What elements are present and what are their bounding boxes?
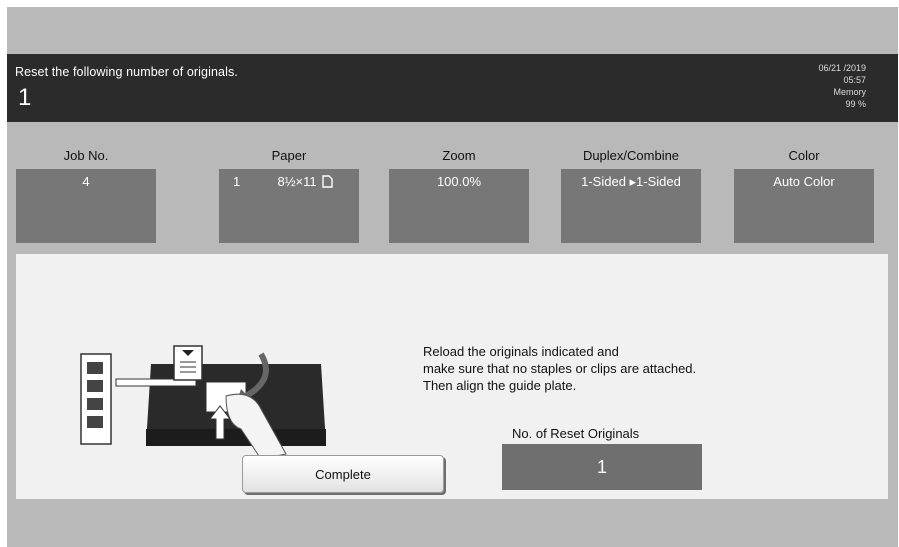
status-time: 05:57 bbox=[843, 75, 866, 85]
instruction-line: Reload the originals indicated and bbox=[423, 344, 619, 359]
reset-instructions: Reload the originals indicated and make … bbox=[423, 343, 696, 394]
adf-reload-originals-illustration bbox=[80, 345, 326, 459]
paper-tray: 1 bbox=[233, 174, 241, 189]
duplex-value: 1-Sided ▸1-Sided bbox=[561, 169, 701, 243]
job-no-value: 4 bbox=[16, 169, 156, 243]
reset-originals-label: No. of Reset Originals bbox=[512, 426, 640, 441]
memory-value: 99 % bbox=[845, 99, 866, 109]
header-message: Reset the following number of originals. bbox=[15, 65, 238, 79]
copier-screen: Reset the following number of originals.… bbox=[7, 7, 898, 547]
status-area: 06/21 /2019 05:57 Memory 99 % bbox=[818, 62, 866, 110]
paper-title: Paper bbox=[271, 148, 307, 163]
zoom-value: 100.0% bbox=[389, 169, 529, 243]
header-count: 1 bbox=[18, 84, 32, 111]
zoom-title: Zoom bbox=[442, 148, 476, 163]
reset-originals-value: 1 bbox=[502, 444, 702, 490]
message-header: Reset the following number of originals.… bbox=[7, 54, 898, 122]
reset-originals-panel: Reload the originals indicated and make … bbox=[16, 254, 888, 499]
portrait-page-icon bbox=[322, 175, 333, 188]
color-title: Color bbox=[788, 148, 820, 163]
paper-size: 8½×11 bbox=[277, 174, 317, 189]
color-value: Auto Color bbox=[734, 169, 874, 243]
paper-value: 1 8½×11 bbox=[219, 169, 359, 243]
memory-label: Memory bbox=[833, 87, 866, 97]
job-no-title: Job No. bbox=[63, 148, 109, 163]
job-info-band: Job No. 4 Paper 1 8½×11 Zoom 100.0% Dupl… bbox=[7, 122, 898, 254]
instruction-line: make sure that no staples or clips are a… bbox=[423, 361, 697, 376]
complete-button[interactable]: Complete bbox=[242, 455, 444, 493]
duplex-title: Duplex/Combine bbox=[582, 148, 680, 163]
status-date: 06/21 /2019 bbox=[818, 63, 866, 73]
instruction-line: Then align the guide plate. bbox=[423, 378, 577, 393]
